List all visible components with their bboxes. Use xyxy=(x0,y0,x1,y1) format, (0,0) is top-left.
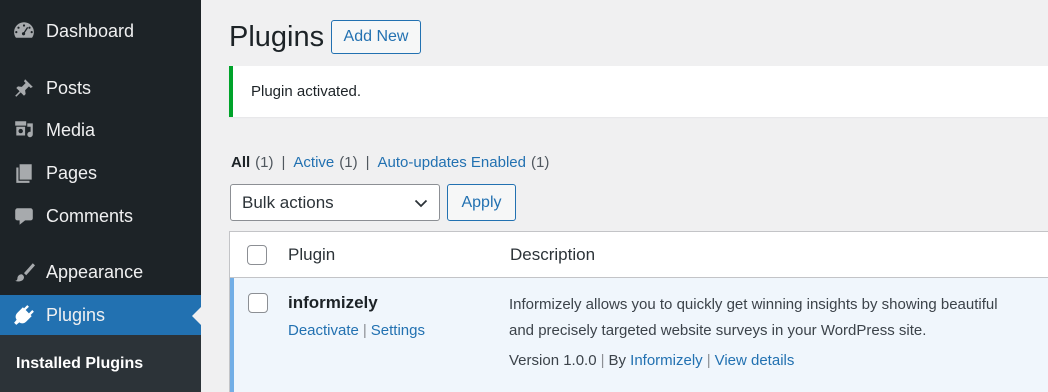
row-checkbox[interactable] xyxy=(248,293,268,313)
sidebar-item-media[interactable]: Media xyxy=(0,110,201,150)
sidebar-item-label: Media xyxy=(46,119,96,140)
sidebar-item-label: Posts xyxy=(46,77,92,98)
success-notice: Plugin activated. xyxy=(229,66,1048,117)
sidebar-item-dashboard[interactable]: Dashboard xyxy=(0,11,201,51)
media-icon xyxy=(11,117,37,143)
plugin-version: Version 1.0.0 xyxy=(509,352,597,369)
description-line: and precisely targeted website surveys i… xyxy=(509,322,927,339)
comment-icon xyxy=(11,203,37,229)
deactivate-link[interactable]: Deactivate xyxy=(288,322,359,339)
plugin-meta: Version 1.0.0 | By Informizely | View detail… xyxy=(509,352,794,369)
sidebar-item-label: Dashboard xyxy=(46,20,135,41)
sidebar-item-label: Pages xyxy=(46,162,98,183)
meta-separator: | xyxy=(600,352,605,369)
sidebar-item-label: Plugins xyxy=(46,304,106,325)
row-actions: Deactivate | Settings xyxy=(288,322,425,339)
dashboard-icon xyxy=(11,18,37,44)
notice-text: Plugin activated. xyxy=(251,83,362,100)
plugins-submenu: Installed Plugins xyxy=(0,335,201,392)
action-separator: | xyxy=(362,322,367,339)
column-header-description: Description xyxy=(510,245,596,264)
chevron-down-icon xyxy=(414,199,428,208)
plugin-description: Informizely allows you to quickly get wi… xyxy=(509,292,1048,344)
author-link[interactable]: Informizely xyxy=(630,352,703,369)
page-title: Plugins xyxy=(229,21,325,53)
sidebar-item-appearance[interactable]: Appearance xyxy=(0,252,201,292)
filter-auto-updates-count: (1) xyxy=(530,154,550,171)
brush-icon xyxy=(11,259,37,285)
filter-active-link[interactable]: Active xyxy=(293,154,334,171)
submenu-item-installed-plugins[interactable]: Installed Plugins xyxy=(16,355,143,373)
filter-all-link[interactable]: All xyxy=(231,154,250,171)
add-new-button[interactable]: Add New xyxy=(331,20,421,54)
sidebar-item-plugins[interactable]: Plugins xyxy=(0,295,201,335)
pages-icon xyxy=(11,160,37,186)
view-details-link[interactable]: View details xyxy=(715,352,795,369)
pin-icon xyxy=(11,75,37,101)
filter-active-count: (1) xyxy=(339,154,358,171)
admin-sidebar: Dashboard Posts Media Pages Comments App… xyxy=(0,0,201,392)
filter-separator: | xyxy=(365,154,370,171)
settings-link[interactable]: Settings xyxy=(371,322,425,339)
table-header: Plugin Description xyxy=(230,232,1048,278)
description-line: Informizely allows you to quickly get wi… xyxy=(509,296,998,313)
status-filter-links: All (1) | Active (1) | Auto-updates Enab… xyxy=(231,154,549,171)
select-all-checkbox[interactable] xyxy=(247,245,267,265)
filter-all-count: (1) xyxy=(255,154,274,171)
plugins-table: Plugin Description informizely Deactivat… xyxy=(229,231,1048,392)
sidebar-item-label: Comments xyxy=(46,205,134,226)
plug-icon xyxy=(11,302,37,328)
bulk-actions-value: Bulk actions xyxy=(242,192,334,212)
apply-button[interactable]: Apply xyxy=(447,184,516,221)
sidebar-item-posts[interactable]: Posts xyxy=(0,68,201,108)
sidebar-item-comments[interactable]: Comments xyxy=(0,196,201,236)
sidebar-item-pages[interactable]: Pages xyxy=(0,153,201,193)
meta-separator: | xyxy=(706,352,711,369)
bulk-actions-select[interactable]: Bulk actions xyxy=(230,184,440,221)
table-row: informizely Deactivate | Settings Informiz… xyxy=(230,278,1048,392)
plugin-name: informizely xyxy=(288,293,378,312)
plugin-by: By xyxy=(608,352,626,369)
filter-auto-updates-link[interactable]: Auto-updates Enabled xyxy=(378,154,526,171)
column-header-plugin[interactable]: Plugin xyxy=(288,245,335,265)
filter-separator: | xyxy=(281,154,286,171)
sidebar-item-label: Appearance xyxy=(46,261,144,282)
